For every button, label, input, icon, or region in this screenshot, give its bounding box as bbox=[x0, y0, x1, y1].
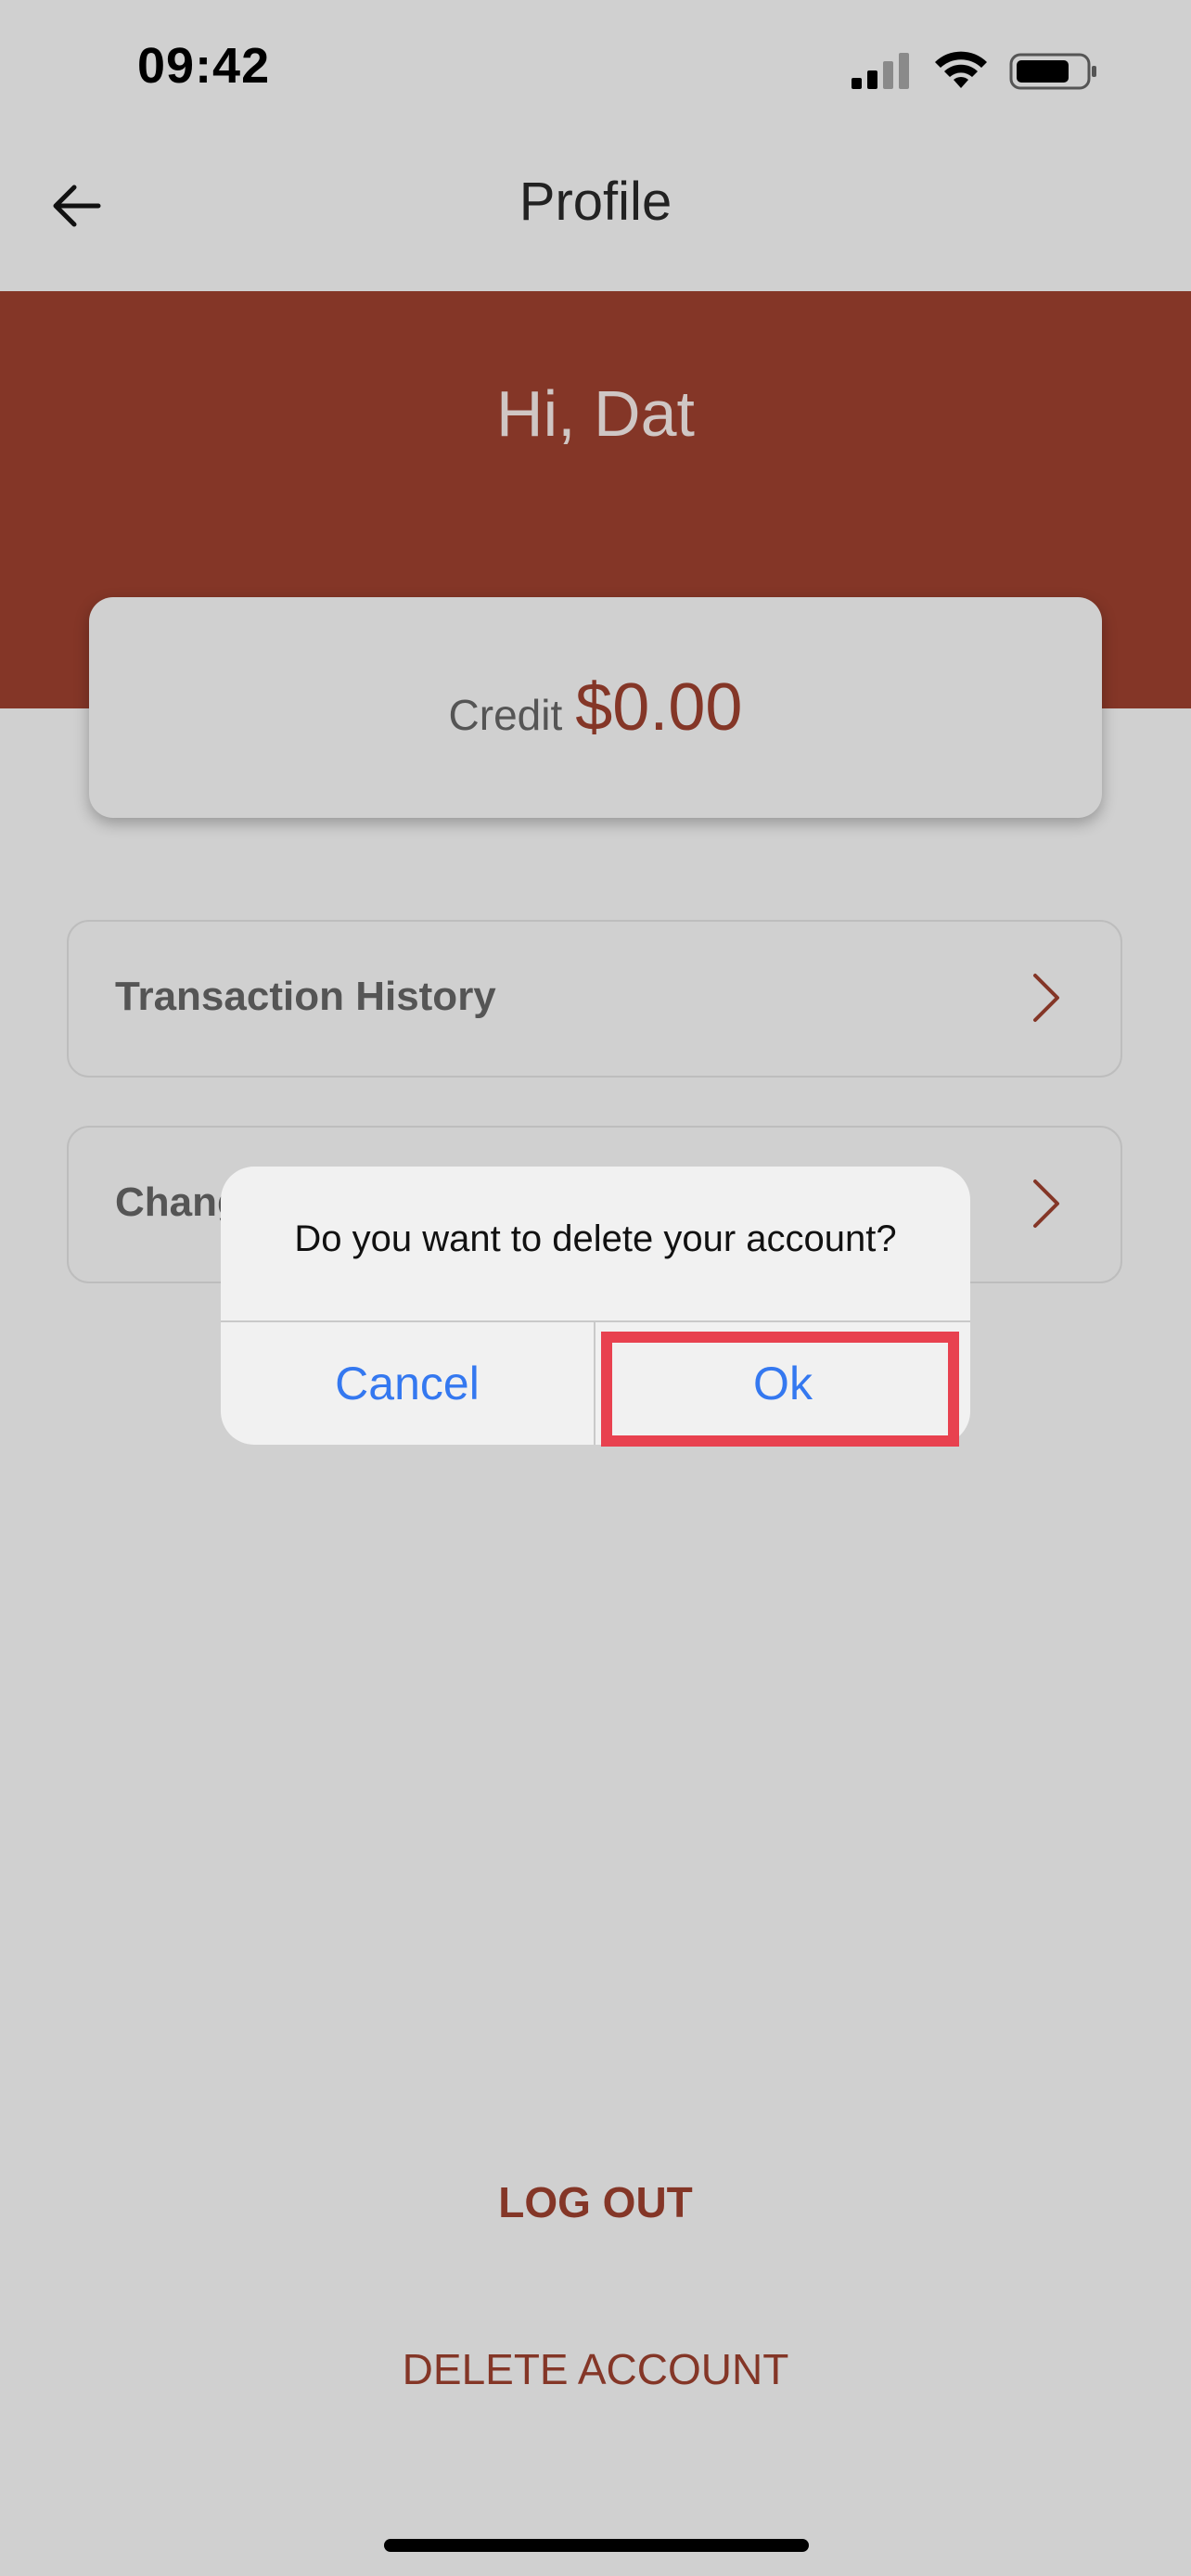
delete-account-alert: Do you want to delete your account? Canc… bbox=[221, 1167, 970, 1445]
status-time: 09:42 bbox=[137, 38, 271, 94]
chevron-right-icon bbox=[1030, 1178, 1063, 1234]
alert-cancel-button[interactable]: Cancel bbox=[221, 1322, 594, 1445]
alert-ok-button[interactable]: Ok bbox=[596, 1322, 970, 1445]
logout-button[interactable]: LOG OUT bbox=[0, 2177, 1191, 2227]
wifi-icon bbox=[933, 51, 989, 92]
battery-icon bbox=[1009, 51, 1098, 92]
status-bar: 09:42 bbox=[0, 0, 1191, 139]
page-title: Profile bbox=[519, 172, 672, 232]
cellular-signal-icon bbox=[850, 52, 913, 91]
home-indicator[interactable] bbox=[384, 2539, 809, 2552]
header: Profile bbox=[0, 139, 1191, 291]
credit-label: Credit bbox=[448, 691, 563, 739]
greeting-text: Hi, Dat bbox=[496, 377, 695, 450]
status-icons bbox=[850, 48, 1098, 95]
credit-card: Credit $0.00 bbox=[89, 597, 1102, 818]
chevron-right-icon bbox=[1030, 972, 1063, 1028]
alert-message: Do you want to delete your account? bbox=[294, 1218, 897, 1259]
delete-account-button[interactable]: DELETE ACCOUNT bbox=[0, 2344, 1191, 2394]
credit-value: $0.00 bbox=[575, 670, 743, 745]
transaction-history-button[interactable]: Transaction History bbox=[67, 920, 1122, 1078]
menu-item-label: Transaction History bbox=[115, 974, 496, 1019]
